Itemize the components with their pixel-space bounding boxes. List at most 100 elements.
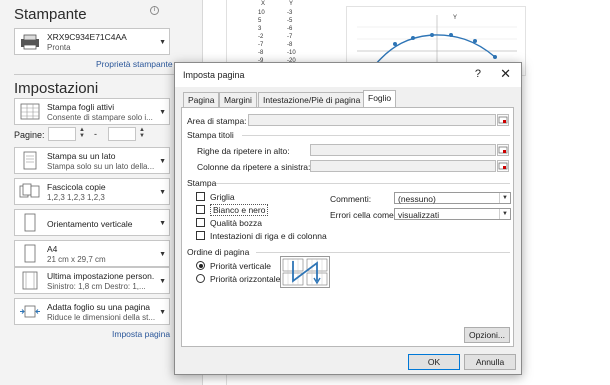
paper-size-selector[interactable]: A4 21 cm x 29,7 cm ▼ [14,240,170,267]
option-line2: Sinistro: 1,8 cm Destro: 1,... [47,282,146,291]
printer-section-title: Stampante [14,6,87,23]
page-order-group-label: Ordine di pagina [187,247,250,257]
range-selector-icon[interactable] [497,160,509,172]
chevron-down-icon: ▼ [159,158,166,165]
cell-errors-label: Errori cella come: [330,210,397,220]
page-order-icon [282,258,328,286]
close-icon[interactable]: ✕ [500,66,511,82]
paper-size-icon [24,244,36,263]
column-header: Y [289,1,294,7]
printer-selector[interactable]: XRX9C934E71C4AA Pronta ▼ [14,28,170,55]
table-cell: -8 [287,42,293,48]
gridlines-label: Griglia [210,192,235,202]
table-cell: -7 [258,42,264,48]
option-line1: Stampa su un lato [47,151,116,161]
page-setup-link[interactable]: Imposta pagina [112,329,170,339]
orientation-selector[interactable]: Orientamento verticale ▼ [14,209,170,236]
printer-name: XRX9C934E71C4AA [47,32,127,42]
divider [216,183,510,184]
cell-errors-value: visualizzati [398,210,440,220]
tab-margins[interactable]: Margini [219,92,257,107]
comments-value: (nessuno) [398,194,436,204]
chevron-down-icon: ▼ [159,109,166,116]
chevron-down-icon: ▼ [159,251,166,258]
comments-label: Commenti: [330,194,372,204]
range-selector-icon[interactable] [497,114,509,126]
pages-to-input[interactable] [108,127,136,141]
print-scope-selector[interactable]: Stampa fogli attivi Consente di stampare… [14,98,170,125]
down-then-over-radio[interactable] [196,261,205,270]
dialog-title: Imposta pagina [183,70,245,80]
print-group-label: Stampa [187,178,217,188]
draft-quality-checkbox[interactable] [196,218,205,227]
black-white-checkbox[interactable] [196,205,205,214]
pages-separator: - [94,129,97,139]
option-line2: Stampa solo su un lato della... [47,162,155,171]
help-button[interactable]: ? [475,68,481,80]
settings-section-title: Impostazioni [14,80,99,97]
dialog-titlebar[interactable]: Imposta pagina ? ✕ [175,63,521,87]
tab-page[interactable]: Pagina [183,92,220,107]
black-white-label: Bianco e nero [210,204,269,216]
option-line1: Orientamento verticale [47,219,133,229]
pages-label: Pagine: [14,130,45,140]
sides-selector[interactable]: Stampa su un lato Stampa solo su un lato… [14,147,170,174]
cancel-button[interactable]: Annulla [464,354,516,370]
chart-axis-label: Y [453,15,458,21]
chevron-down-icon: ▼ [499,209,510,219]
divider [242,135,510,136]
fit-page-icon [20,305,40,318]
print-settings-panel: Stampante i XRX9C934E71C4AA Pronta ▼ Pro… [0,0,203,385]
table-cell: -7 [287,34,293,40]
page-order-preview [280,256,330,288]
option-line1: Ultima impostazione person... [47,271,155,281]
chevron-down-icon: ▼ [159,189,166,196]
collate-selector[interactable]: Fascicola copie 1,2,3 1,2,3 1,2,3 ▼ [14,178,170,205]
pages-from-input[interactable] [48,127,76,141]
option-line2: Riduce le dimensioni della st... [47,313,155,322]
chevron-down-icon: ▼ [159,220,166,227]
table-cell: -3 [287,10,293,16]
table-cell: -2 [258,34,264,40]
tab-sheet[interactable]: Foglio [363,90,397,108]
info-icon[interactable]: i [150,6,159,15]
cols-repeat-field[interactable] [310,160,496,172]
row-col-headings-label: Intestazioni di riga e di colonna [210,231,327,241]
cols-repeat-label: Colonne da ripetere a sinistra: [197,162,311,172]
portrait-icon [24,213,36,232]
row-col-headings-checkbox[interactable] [196,231,205,240]
range-selector-icon[interactable] [497,144,509,156]
margins-selector[interactable]: Ultima impostazione person... Sinistro: … [14,267,170,294]
pages-to-spinner[interactable]: ▲ ▼ [137,127,147,141]
rows-repeat-field[interactable] [310,144,496,156]
options-button[interactable]: Opzioni... [464,327,510,343]
table-cell: -6 [287,26,293,32]
table-cell: -10 [287,50,296,56]
pages-from-spinner[interactable]: ▲ ▼ [77,127,87,141]
option-line1: Stampa fogli attivi [47,102,115,112]
print-area-label: Area di stampa: [187,116,247,126]
printer-properties-link[interactable]: Proprietà stampante [96,59,173,69]
scaling-selector[interactable]: Adatta foglio su una pagina Riduce le di… [14,298,170,325]
table-cell: 3 [258,26,262,32]
chevron-down-icon: ▼ [159,309,166,316]
printer-icon [21,34,39,50]
rows-repeat-label: Righe da ripetere in alto: [197,146,290,156]
table-cell: 10 [258,10,265,16]
comments-select[interactable]: (nessuno) ▼ [394,192,511,204]
divider [256,252,510,253]
option-line1: Fascicola copie [47,182,106,192]
over-then-down-radio[interactable] [196,274,205,283]
divider [14,74,190,75]
tab-header-footer[interactable]: Intestazione/Piè di pagina [258,92,366,107]
chevron-down-icon: ▼ [499,193,510,203]
over-then-down-label: Priorità orizzontale [210,274,281,284]
option-line2: Consente di stampare solo i... [47,113,153,122]
column-header: X [261,1,266,7]
printer-status: Pronta [47,43,71,52]
down-then-over-label: Priorità verticale [210,261,271,271]
gridlines-checkbox[interactable] [196,192,205,201]
cell-errors-select[interactable]: visualizzati ▼ [394,208,511,220]
print-area-field[interactable] [248,114,496,126]
ok-button[interactable]: OK [408,354,460,370]
